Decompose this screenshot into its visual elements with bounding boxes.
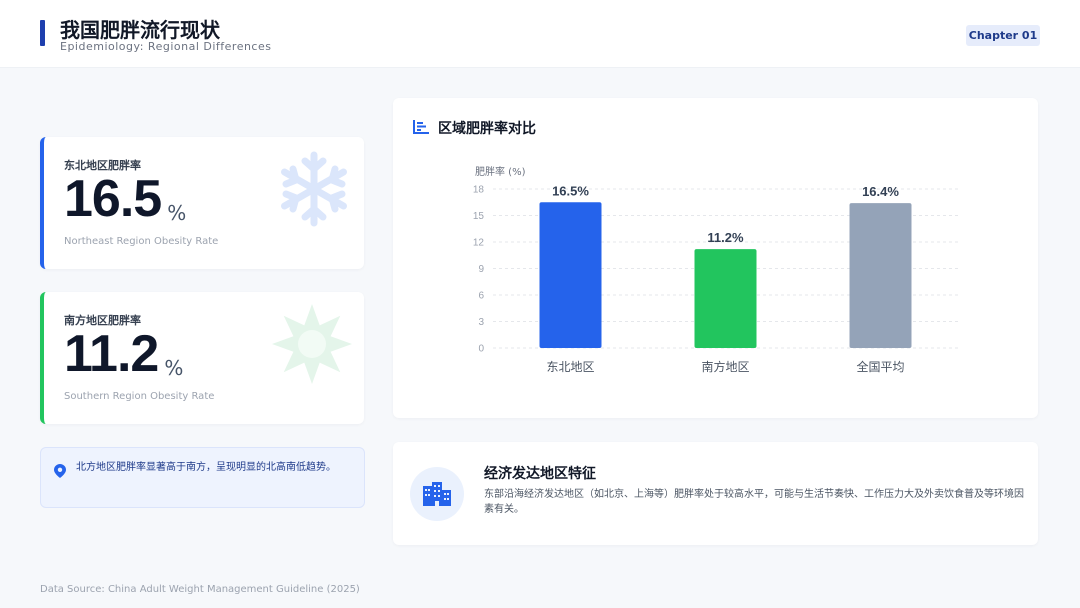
page-title: 我国肥胖流行现状: [60, 18, 220, 42]
stat-value-row-northeast: 16.5 %: [64, 171, 186, 227]
stat-unit-south: %: [164, 356, 184, 380]
x-tick-label: 东北地区: [546, 360, 594, 374]
feature-card: 经济发达地区特征 东部沿海经济发达地区（如北京、上海等）肥胖率处于较高水平，可能…: [393, 442, 1038, 545]
bar-value-label: 11.2%: [707, 230, 744, 245]
stat-unit-northeast: %: [167, 201, 187, 225]
y-tick-label: 15: [473, 211, 485, 222]
y-tick-label: 6: [478, 291, 484, 302]
feature-icon-badge: [410, 467, 464, 521]
x-tick-label: 全国平均: [856, 359, 904, 374]
stat-value-northeast: 16.5: [64, 170, 162, 228]
data-source: Data Source: China Adult Weight Manageme…: [40, 584, 360, 595]
feature-title: 经济发达地区特征: [484, 466, 596, 482]
stat-english-northeast: Northeast Region Obesity Rate: [64, 236, 219, 247]
page-subtitle: Epidemiology: Regional Differences: [60, 40, 272, 53]
stat-value-south: 11.2: [64, 325, 159, 383]
y-tick-label: 12: [473, 238, 485, 249]
stat-card-south: 南方地区肥胖率 11.2 % Southern Region Obesity R…: [40, 292, 364, 424]
bar: [694, 249, 757, 348]
snowflake-icon: [281, 151, 347, 227]
y-tick-label: 18: [473, 185, 485, 196]
stat-card-northeast: 东北地区肥胖率 16.5 % Northeast Region Obesity …: [40, 137, 364, 269]
chart-panel: 肥胖率 (%) 0 3 6 9 12 15 18 16.5% 东北地区 11.2% 南方地区 16.4%…: [393, 98, 1038, 418]
sun-icon: [272, 304, 352, 384]
y-tick-label: 0: [478, 344, 484, 355]
y-axis-label: 肥胖率 (%): [475, 165, 526, 178]
map-pin-icon: [54, 464, 66, 478]
bar-value-label: 16.5%: [552, 183, 589, 198]
y-tick-label: 9: [478, 264, 484, 275]
y-tick-label: 3: [478, 317, 484, 328]
header: 我国肥胖流行现状 Epidemiology: Regional Differen…: [0, 0, 1080, 68]
stat-english-south: Southern Region Obesity Rate: [64, 391, 215, 402]
header-accent-bar: [40, 20, 45, 46]
note-text: 北方地区肥胖率显著高于南方，呈现明显的北高南低趋势。: [76, 462, 336, 473]
north-south-note: 北方地区肥胖率显著高于南方，呈现明显的北高南低趋势。: [40, 447, 365, 508]
bar-value-label: 16.4%: [862, 184, 899, 199]
bar: [539, 202, 602, 348]
stat-value-row-south: 11.2 %: [64, 326, 183, 382]
feature-text: 东部沿海经济发达地区（如北京、上海等）肥胖率处于较高水平，可能与生活节奏快、工作…: [484, 489, 1024, 515]
city-buildings-icon: [423, 482, 451, 506]
chart-title: 区域肥胖率对比: [438, 121, 536, 137]
bar: [849, 203, 912, 348]
x-tick-label: 南方地区: [701, 359, 749, 374]
bar-chart: 肥胖率 (%) 0 3 6 9 12 15 18 16.5% 东北地区 11.2% 南方地区 16.4%…: [473, 165, 958, 374]
chapter-badge: Chapter 01: [966, 25, 1040, 46]
bar-chart-icon: [413, 120, 429, 134]
